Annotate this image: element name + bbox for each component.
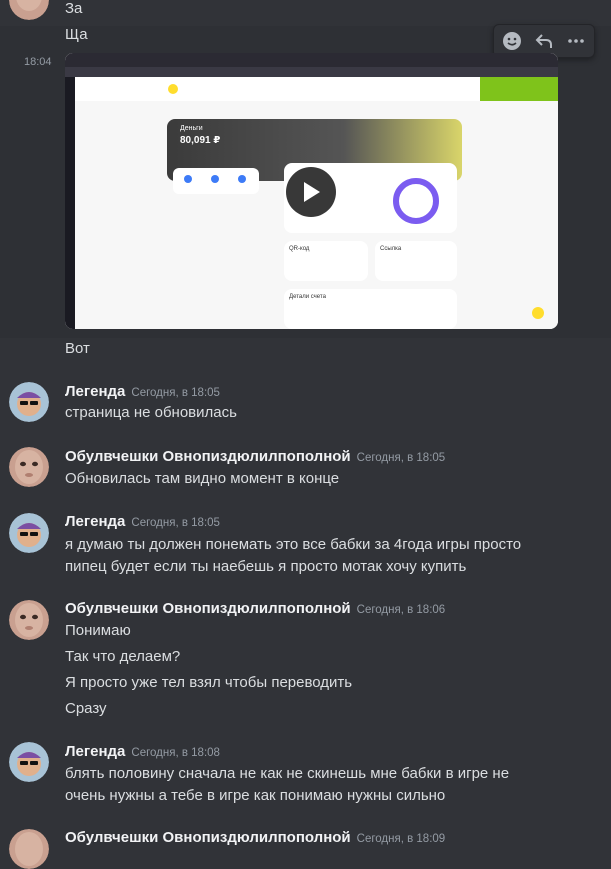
avatar[interactable] xyxy=(9,513,49,553)
avatar[interactable] xyxy=(9,447,49,487)
qr-code-title: QR-код xyxy=(289,246,310,252)
avatar[interactable] xyxy=(9,382,49,422)
message-header: Легенда Сегодня, в 18:05 xyxy=(65,512,220,533)
message-timestamp: Сегодня, в 18:08 xyxy=(131,747,220,759)
avatar[interactable] xyxy=(9,0,49,20)
message-text: страница не обновилась xyxy=(65,404,237,421)
message-timestamp: Сегодня, в 18:09 xyxy=(356,833,446,845)
author-name[interactable]: Обулвчешки Овнопиздюлилпополной xyxy=(65,600,351,617)
message-text: За xyxy=(65,0,83,17)
message-text: пипец будет если ты наебешь я просто мот… xyxy=(65,558,467,575)
play-icon xyxy=(304,182,320,202)
author-name[interactable]: Легенда xyxy=(65,383,125,400)
account-details-title: Детали счета xyxy=(289,294,326,300)
message-header: Обулвчешки Овнопиздюлилпополной Сегодня, … xyxy=(65,599,445,620)
avatar[interactable] xyxy=(9,600,49,640)
play-button[interactable] xyxy=(286,167,336,217)
reply-icon xyxy=(535,34,552,48)
message-header: Обулвчешки Овнопиздюлилпополной Сегодня, … xyxy=(65,828,445,849)
message-text: блять половину сначала не как не скинешь… xyxy=(65,765,510,782)
message-text: Так что делаем? xyxy=(65,648,181,665)
message-text: я думаю ты должен понемать это все бабки… xyxy=(65,536,522,553)
avatar[interactable] xyxy=(9,829,49,869)
message-text: Понимаю xyxy=(65,622,131,639)
smile-icon xyxy=(503,32,521,50)
link-title: Ссылка xyxy=(380,246,402,252)
message-text: Сразу xyxy=(65,700,107,717)
message-text: Вот xyxy=(65,340,90,357)
more-icon xyxy=(568,39,584,43)
message-timestamp: 18:04 xyxy=(24,56,52,68)
more-button[interactable] xyxy=(560,25,592,57)
balance-label: Деньги xyxy=(180,125,203,132)
author-name[interactable]: Легенда xyxy=(65,513,125,530)
message-text: Ща xyxy=(65,26,88,43)
message-text: очень нужны а тебе в игре как понимаю ну… xyxy=(65,787,446,804)
message-timestamp: Сегодня, в 18:06 xyxy=(356,604,446,616)
author-name[interactable]: Обулвчешки Овнопиздюлилпополной xyxy=(65,829,351,846)
balance-value: 80,091 ₽ xyxy=(180,135,221,146)
message-timestamp: Сегодня, в 18:05 xyxy=(131,387,220,399)
message-timestamp: Сегодня, в 18:05 xyxy=(356,452,446,464)
message-text: Обновилась там видно момент в конце xyxy=(65,470,340,487)
author-name[interactable]: Обулвчешки Овнопиздюлилпополной xyxy=(65,448,351,465)
message-header: Обулвчешки Овнопиздюлилпополной Сегодня, … xyxy=(65,447,445,468)
message-header: Легенда Сегодня, в 18:05 xyxy=(65,382,220,403)
author-name[interactable]: Легенда xyxy=(65,743,125,760)
avatar[interactable] xyxy=(9,742,49,782)
message-timestamp: Сегодня, в 18:05 xyxy=(131,517,220,529)
message-text: Я просто уже тел взял чтобы переводить xyxy=(65,674,353,691)
message-header: Легенда Сегодня, в 18:08 xyxy=(65,742,220,763)
